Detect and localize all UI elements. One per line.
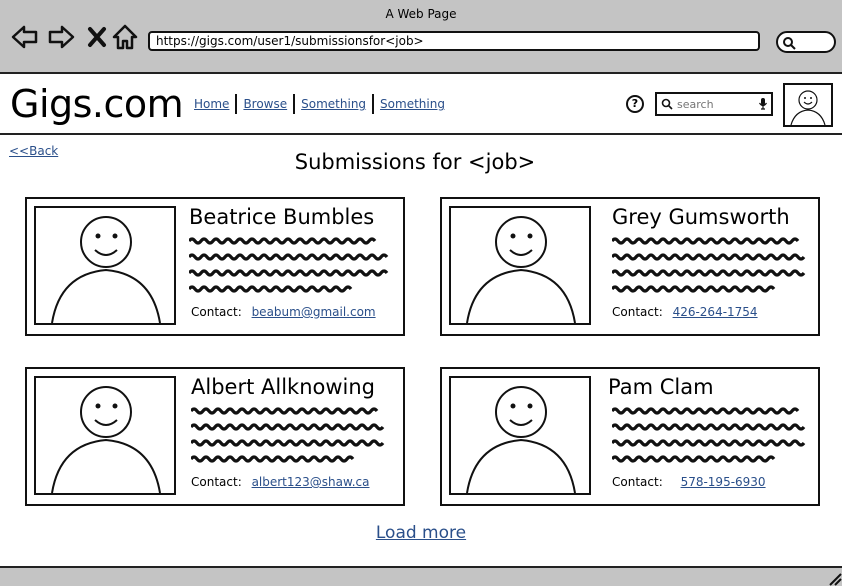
submission-card: Beatrice Bumbles Contact: beabum@gmail.c… <box>25 197 405 336</box>
forward-arrow-icon[interactable] <box>46 22 76 52</box>
contact-label: Contact: <box>191 475 242 489</box>
search-icon <box>783 37 796 50</box>
nav-something-1[interactable]: Something <box>295 97 372 111</box>
placeholder-text-scribble <box>191 407 385 463</box>
person-placeholder-icon <box>51 216 161 323</box>
help-icon[interactable]: ? <box>626 95 644 113</box>
contact-row: Contact: 578-195-6930 <box>612 475 766 489</box>
submission-card: Albert Allknowing Contact: albert123@sha… <box>25 367 405 506</box>
page-title: Submissions for <job> <box>294 150 536 174</box>
contact-row: Contact: 426-264-1754 <box>612 305 758 319</box>
site-logo[interactable]: Gigs.com <box>10 82 184 126</box>
microphone-icon[interactable] <box>758 97 768 111</box>
applicant-photo <box>34 206 176 325</box>
resize-grip-icon[interactable] <box>826 570 842 586</box>
contact-label: Contact: <box>612 475 663 489</box>
applicant-photo <box>449 206 591 325</box>
load-more-link[interactable]: Load more <box>0 523 842 543</box>
placeholder-text-scribble <box>189 237 389 293</box>
search-input[interactable] <box>677 96 755 112</box>
contact-link[interactable]: 426-264-1754 <box>673 305 758 319</box>
search-icon <box>661 98 673 110</box>
contact-row: Contact: albert123@shaw.ca <box>191 475 369 489</box>
contact-row: Contact: beabum@gmail.com <box>191 305 376 319</box>
applicant-photo <box>34 376 176 495</box>
person-placeholder-icon <box>466 386 576 493</box>
nav-home[interactable]: Home <box>188 97 235 111</box>
status-bar <box>0 566 842 586</box>
applicant-name: Pam Clam <box>608 375 714 399</box>
browser-chrome: A Web Page https://gigs.com/user1/submis… <box>0 0 842 74</box>
close-icon[interactable] <box>82 22 112 52</box>
placeholder-text-scribble <box>612 237 806 293</box>
contact-link[interactable]: beabum@gmail.com <box>252 305 376 319</box>
header-divider <box>0 133 842 135</box>
submission-card: Grey Gumsworth Contact: 426-264-1754 <box>440 197 820 336</box>
contact-label: Contact: <box>191 305 242 319</box>
person-placeholder-icon <box>466 216 576 323</box>
person-placeholder-icon <box>51 386 161 493</box>
nav-something-2[interactable]: Something <box>374 97 451 111</box>
window-title: A Web Page <box>385 7 457 21</box>
contact-label: Contact: <box>612 305 663 319</box>
user-avatar[interactable] <box>783 83 833 127</box>
main-nav: Home Browse Something Something <box>188 94 451 114</box>
applicant-name: Beatrice Bumbles <box>189 205 375 229</box>
contact-link[interactable]: albert123@shaw.ca <box>252 475 370 489</box>
placeholder-text-scribble <box>612 407 806 463</box>
home-icon[interactable] <box>110 22 140 52</box>
applicant-photo <box>449 376 591 495</box>
nav-browse[interactable]: Browse <box>237 97 293 111</box>
site-search[interactable] <box>655 92 773 116</box>
avatar-face-icon <box>790 90 826 126</box>
url-field[interactable]: https://gigs.com/user1/submissionsfor<jo… <box>148 31 760 51</box>
applicant-name: Albert Allknowing <box>191 375 375 399</box>
applicant-name: Grey Gumsworth <box>612 205 790 229</box>
back-arrow-icon[interactable] <box>10 22 40 52</box>
browser-search-button[interactable] <box>776 31 836 53</box>
submission-card: Pam Clam Contact: 578-195-6930 <box>440 367 820 506</box>
contact-link[interactable]: 578-195-6930 <box>681 475 766 489</box>
